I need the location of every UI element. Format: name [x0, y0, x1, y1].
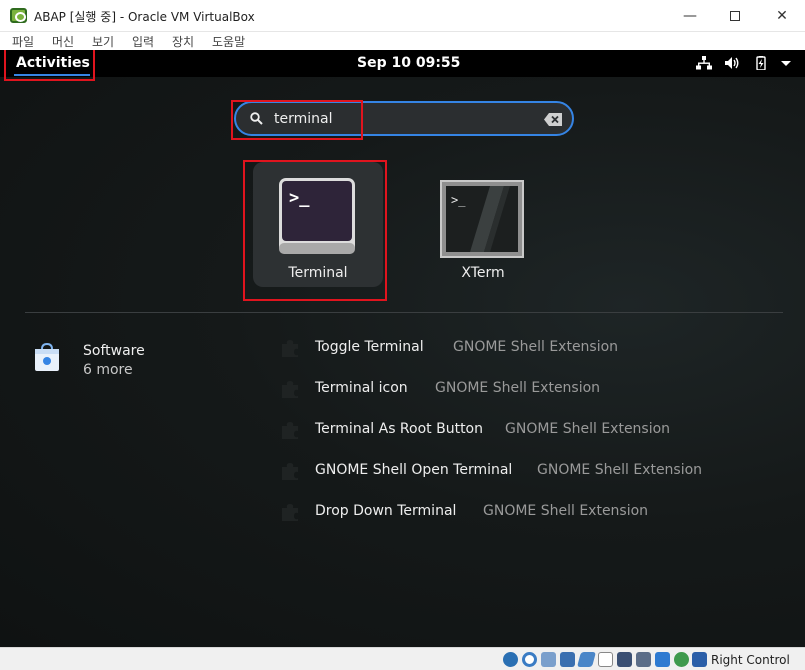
network-adapter-icon[interactable]: [560, 652, 575, 667]
extension-puzzle-icon: [282, 340, 298, 357]
highlight-box-activities: [4, 50, 95, 81]
display-icon[interactable]: [617, 652, 632, 667]
network-icon[interactable]: [696, 56, 712, 70]
search-result-row[interactable]: Terminal icon GNOME Shell Extension: [280, 377, 600, 405]
guest-screen: Activities Sep 10 09:55 terminal >_ Term…: [0, 50, 805, 647]
maximize-icon: [730, 11, 740, 21]
menu-machine[interactable]: 머신: [52, 33, 74, 50]
software-provider[interactable]: Software 6 more: [32, 342, 232, 390]
host-key-label: Right Control: [711, 653, 790, 667]
result-title: Toggle Terminal: [315, 339, 424, 355]
hard-disk-icon[interactable]: [503, 652, 518, 667]
result-description: GNOME Shell Extension: [537, 462, 703, 478]
result-description: GNOME Shell Extension: [453, 339, 619, 355]
result-title: Terminal As Root Button: [315, 421, 483, 437]
search-result-row[interactable]: Terminal As Root Button GNOME Shell Exte…: [280, 418, 670, 446]
app-result-xterm[interactable]: >_ XTerm: [418, 162, 548, 287]
window-titlebar: ABAP [실행 중] - Oracle VM VirtualBox — ✕: [0, 0, 805, 32]
search-result-row[interactable]: GNOME Shell Open Terminal GNOME Shell Ex…: [280, 459, 703, 487]
shared-folders-icon[interactable]: [598, 652, 613, 667]
battery-icon[interactable]: [753, 56, 769, 70]
result-description: GNOME Shell Extension: [435, 380, 601, 396]
extension-puzzle-icon: [282, 422, 298, 439]
mouse-integration-icon[interactable]: [655, 652, 670, 667]
keyboard-capture-icon[interactable]: [692, 652, 707, 667]
menu-bar: 파일 머신 보기 입력 장치 도움말: [0, 32, 805, 50]
extension-puzzle-icon: [282, 381, 298, 398]
video-capture-icon[interactable]: [636, 652, 651, 667]
audio-icon[interactable]: [541, 652, 556, 667]
minimize-button[interactable]: —: [678, 4, 702, 28]
close-button[interactable]: ✕: [770, 4, 794, 28]
extension-puzzle-icon: [282, 504, 298, 521]
volume-icon[interactable]: [724, 56, 740, 70]
result-title: Terminal icon: [315, 380, 408, 396]
vm-status-bar: Right Control: [0, 647, 805, 670]
result-title: GNOME Shell Open Terminal: [315, 462, 513, 478]
xterm-icon: >_: [440, 180, 524, 258]
provider-more-count: 6 more: [83, 362, 133, 378]
system-menu-chevron-icon[interactable]: [778, 56, 794, 70]
svg-text:>_: >_: [451, 193, 466, 207]
result-title: Drop Down Terminal: [315, 503, 457, 519]
maximize-button[interactable]: [723, 4, 747, 28]
menu-input[interactable]: 입력: [132, 33, 154, 50]
provider-name: Software: [83, 343, 145, 359]
search-result-row[interactable]: Toggle Terminal GNOME Shell Extension: [280, 336, 620, 364]
result-description: GNOME Shell Extension: [483, 503, 649, 519]
highlight-box-search: [231, 100, 363, 140]
results-separator: [25, 312, 783, 313]
menu-devices[interactable]: 장치: [172, 33, 194, 50]
menu-view[interactable]: 보기: [92, 33, 114, 50]
result-description: GNOME Shell Extension: [505, 421, 671, 437]
cpu-indicator-icon[interactable]: [674, 652, 689, 667]
app-label: XTerm: [461, 265, 505, 281]
usb-icon[interactable]: [576, 652, 597, 667]
window-title: ABAP [실행 중] - Oracle VM VirtualBox: [34, 10, 255, 24]
gnome-top-bar: Activities Sep 10 09:55: [0, 50, 805, 77]
highlight-box-terminal: [243, 160, 387, 301]
clear-search-icon[interactable]: [544, 113, 562, 126]
menu-help[interactable]: 도움말: [212, 33, 245, 50]
optical-drive-icon[interactable]: [522, 652, 537, 667]
virtualbox-icon: [10, 8, 27, 23]
menu-file[interactable]: 파일: [12, 33, 34, 50]
clock[interactable]: Sep 10 09:55: [357, 55, 460, 71]
software-bag-icon: [35, 342, 59, 371]
search-result-row[interactable]: Drop Down Terminal GNOME Shell Extension: [280, 500, 650, 528]
extension-puzzle-icon: [282, 463, 298, 480]
